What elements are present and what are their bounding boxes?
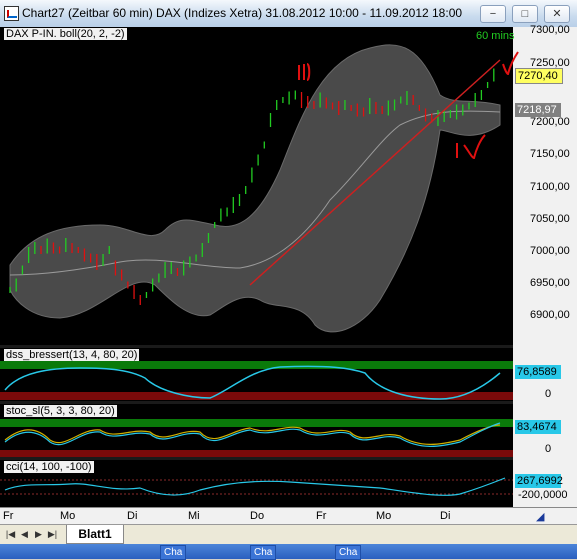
time-axis: Fr Mo Di Mi Do Fr Mo Di ◢	[0, 507, 577, 525]
x-tick: Do	[250, 510, 265, 522]
interval-label: 60 mins	[476, 30, 515, 42]
x-tick: Mo	[60, 510, 76, 522]
scroll-arrow-icon[interactable]: ◢	[536, 510, 544, 523]
dss-value-box: 76,8589	[515, 365, 561, 379]
price-tick: 7150,00	[530, 148, 570, 160]
minimize-button[interactable]: −	[480, 5, 506, 23]
price-tick: 6900,00	[530, 309, 570, 321]
price-tick: 7050,00	[530, 213, 570, 225]
window-title: Chart27 (Zeitbar 60 min) DAX (Indizes Xe…	[22, 6, 463, 20]
cci-pane-label: cci(14, 100, -100)	[4, 461, 94, 473]
next-sheet-icon[interactable]: ▶	[32, 528, 45, 541]
price-tick: 7000,00	[530, 245, 570, 257]
taskbar-item[interactable]: Cha	[335, 545, 362, 560]
taskbar: Cha Cha Cha	[0, 544, 577, 560]
price-axis	[513, 27, 577, 512]
x-tick: Mi	[188, 510, 200, 522]
chart-area[interactable]	[0, 27, 577, 512]
dss-pane-label: dss_bressert(13, 4, 80, 20)	[4, 349, 140, 361]
x-tick: Mo	[376, 510, 392, 522]
taskbar-item[interactable]: Cha	[160, 545, 187, 560]
price-tick: 6950,00	[530, 277, 570, 289]
main-pane-label: DAX P-IN. boll(20, 2, -2)	[4, 28, 127, 40]
last-sheet-icon[interactable]: ▶|	[46, 528, 59, 541]
x-tick: Di	[440, 510, 451, 522]
chart-app-icon	[4, 6, 19, 21]
taskbar-item[interactable]: Cha	[250, 545, 277, 560]
first-sheet-icon[interactable]: |◀	[4, 528, 17, 541]
stoc-value-box: 83,4674	[515, 420, 561, 434]
x-tick: Fr	[316, 510, 327, 522]
price-tick: 7100,00	[530, 181, 570, 193]
sheet-tab-bar: |◀ ◀ ▶ ▶| Blatt1	[0, 524, 577, 545]
tab-blatt1[interactable]: Blatt1	[66, 525, 124, 544]
prev-sheet-icon[interactable]: ◀	[18, 528, 31, 541]
close-button[interactable]: ✕	[544, 5, 570, 23]
maximize-button[interactable]: □	[512, 5, 538, 23]
last-price-box: 7270,40	[515, 68, 563, 84]
price-tick: 7200,00	[530, 116, 570, 128]
dss-tick: 0	[545, 388, 552, 400]
x-tick: Fr	[3, 510, 14, 522]
window-titlebar: Chart27 (Zeitbar 60 min) DAX (Indizes Xe…	[0, 0, 577, 28]
cci-value-box: 267,6992	[515, 474, 563, 488]
cci-tick: -200,0000	[518, 489, 568, 501]
stoc-tick: 0	[545, 443, 552, 455]
bollinger-mid-box: 7218,97	[515, 103, 561, 117]
price-tick: 7300,00	[530, 24, 570, 36]
stoc-pane-label: stoc_sl(5, 3, 3, 80, 20)	[4, 405, 117, 417]
x-tick: Di	[127, 510, 138, 522]
